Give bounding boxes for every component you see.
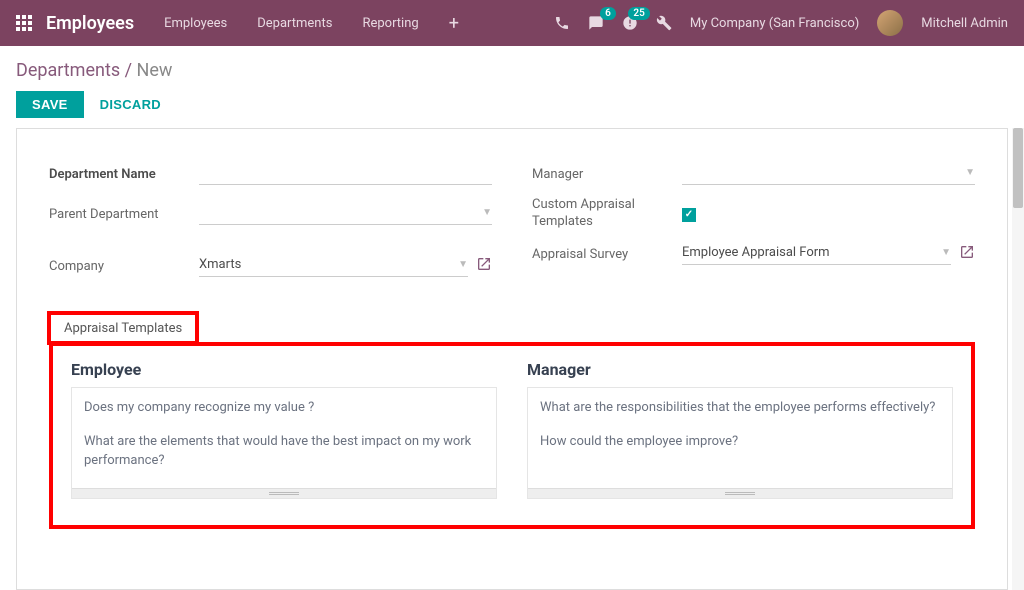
chevron-down-icon: ▼ (458, 259, 468, 270)
manager-select[interactable]: ▼ (682, 163, 975, 185)
manager-template-title: Manager (527, 360, 953, 379)
activities-icon[interactable]: 25 (622, 15, 638, 31)
messages-icon[interactable]: 6 (588, 15, 604, 31)
form-grid: Department Name Parent Department ▼ Comp… (49, 157, 975, 289)
user-name[interactable]: Mitchell Admin (921, 16, 1008, 31)
top-right: 6 25 My Company (San Francisco) Mitchell… (554, 10, 1008, 36)
discard-button[interactable]: DISCARD (90, 91, 171, 118)
chevron-down-icon: ▼ (965, 167, 975, 178)
manager-template-col: Manager What are the responsibilities th… (527, 360, 953, 499)
manager-editor-resize-handle[interactable] (528, 488, 952, 498)
survey-select[interactable]: Employee Appraisal Form▼ (682, 243, 951, 265)
phone-icon[interactable] (554, 15, 570, 31)
parent-dept-label: Parent Department (49, 207, 199, 222)
form-sheet: Department Name Parent Department ▼ Comp… (16, 128, 1008, 590)
chevron-down-icon: ▼ (941, 247, 951, 258)
manager-label: Manager (532, 167, 682, 182)
nav-employees[interactable]: Employees (164, 16, 227, 31)
user-avatar[interactable] (877, 10, 903, 36)
employee-template-col: Employee Does my company recognize my va… (71, 360, 497, 499)
nav-reporting[interactable]: Reporting (362, 16, 418, 31)
form-col-right: Manager ▼ Custom Appraisal Templates App… (532, 157, 975, 289)
survey-label: Appraisal Survey (532, 247, 682, 262)
appraisal-templates-panel: Employee Does my company recognize my va… (49, 342, 975, 529)
custom-templates-label: Custom Appraisal Templates (532, 197, 682, 231)
tools-icon[interactable] (656, 15, 672, 31)
chevron-down-icon: ▼ (482, 207, 492, 218)
breadcrumb: Departments / New (16, 60, 1008, 81)
nav-links: Employees Departments Reporting + (164, 13, 459, 34)
breadcrumb-root[interactable]: Departments (16, 60, 120, 81)
breadcrumb-current: New (137, 60, 173, 81)
manager-template-editor[interactable]: What are the responsibilities that the e… (528, 388, 952, 488)
tab-bar: Appraisal Templates (49, 313, 975, 343)
apps-icon[interactable] (16, 15, 32, 31)
employee-template-title: Employee (71, 360, 497, 379)
app-brand[interactable]: Employees (46, 13, 134, 34)
company-selector[interactable]: My Company (San Francisco) (690, 16, 859, 31)
parent-dept-select[interactable]: ▼ (199, 203, 492, 225)
sheet-wrap: Department Name Parent Department ▼ Comp… (0, 128, 1024, 590)
top-nav: Employees Employees Departments Reportin… (0, 0, 1024, 46)
company-open-icon[interactable] (476, 256, 492, 276)
nav-departments[interactable]: Departments (257, 16, 332, 31)
page-scrollbar[interactable] (1012, 128, 1024, 590)
employee-template-editor[interactable]: Does my company recognize my value ? Wha… (72, 388, 496, 488)
company-select[interactable]: Xmarts▼ (199, 255, 468, 277)
control-bar: Departments / New SAVE DISCARD (0, 46, 1024, 128)
employee-editor-resize-handle[interactable] (72, 488, 496, 498)
dept-name-input[interactable] (199, 163, 492, 185)
company-label: Company (49, 259, 199, 274)
nav-plus-icon[interactable]: + (449, 13, 459, 34)
custom-templates-checkbox[interactable] (682, 208, 696, 222)
form-col-left: Department Name Parent Department ▼ Comp… (49, 157, 492, 289)
activities-badge: 25 (628, 7, 649, 20)
dept-name-label: Department Name (49, 167, 199, 182)
save-button[interactable]: SAVE (16, 91, 84, 118)
messages-badge: 6 (600, 7, 616, 20)
tab-appraisal-templates[interactable]: Appraisal Templates (49, 313, 197, 343)
survey-open-icon[interactable] (959, 244, 975, 264)
